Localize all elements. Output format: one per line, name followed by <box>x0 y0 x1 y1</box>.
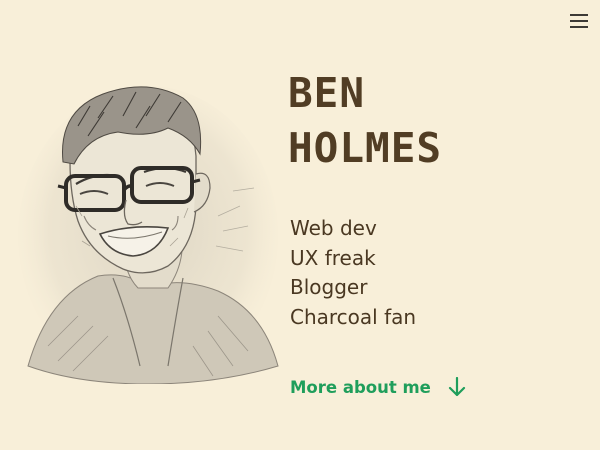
more-about-me-link[interactable]: More about me <box>290 372 466 402</box>
role-item: Charcoal fan <box>290 304 417 329</box>
role-item: Blogger <box>290 275 368 299</box>
name-last: HOLMES <box>288 124 443 172</box>
menu-button[interactable] <box>569 11 589 29</box>
portrait-sketch-image <box>18 86 279 384</box>
page-title: BEN HOLMES <box>288 66 442 176</box>
role-item: UX freak <box>290 245 376 270</box>
more-about-me-label: More about me <box>290 377 431 397</box>
role-item: Web dev <box>290 216 377 240</box>
name-first: BEN <box>288 69 366 117</box>
arrow-down-icon <box>448 377 465 397</box>
hamburger-menu-icon <box>570 14 588 16</box>
roles-list: Web dev UX freak Blogger Charcoal fan <box>290 214 416 332</box>
